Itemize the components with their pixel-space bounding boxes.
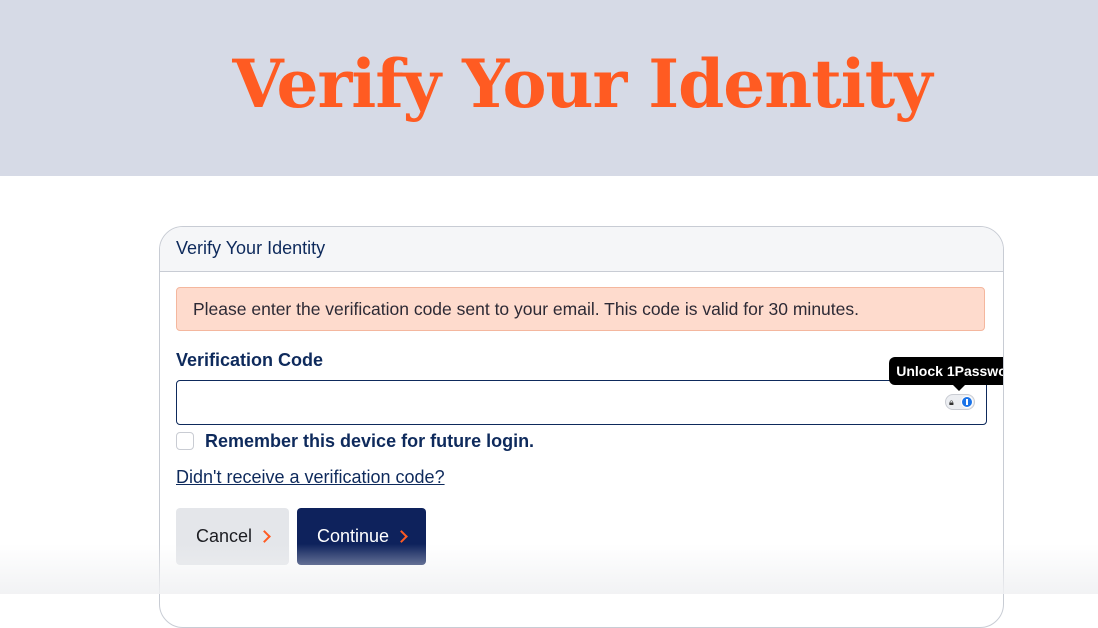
- remember-device-label[interactable]: Remember this device for future login.: [205, 431, 534, 452]
- resend-code-link[interactable]: Didn't receive a verification code?: [176, 467, 445, 488]
- card-header: Verify Your Identity: [160, 227, 1003, 272]
- chevron-right-icon: [258, 530, 271, 543]
- unlock-1password-tooltip: Unlock 1Password: [889, 357, 1003, 391]
- continue-button[interactable]: Continue: [297, 508, 426, 565]
- chevron-right-icon: [395, 530, 408, 543]
- cancel-button[interactable]: Cancel: [176, 508, 289, 565]
- hero-banner: Verify Your Identity: [0, 0, 1098, 176]
- 1password-lock-icon[interactable]: 🔒︎: [945, 394, 975, 410]
- verification-card: Verify Your Identity Please enter the ve…: [159, 226, 1004, 628]
- remember-device-checkbox[interactable]: [176, 432, 194, 450]
- card-header-title: Verify Your Identity: [176, 238, 326, 258]
- info-alert: Please enter the verification code sent …: [176, 287, 985, 331]
- verification-code-input[interactable]: [176, 380, 987, 425]
- 1password-logo-icon: [961, 396, 973, 408]
- continue-button-label: Continue: [316, 526, 390, 546]
- lock-icon: 🔒︎: [949, 397, 954, 407]
- cancel-button-label: Cancel: [195, 526, 253, 546]
- verification-code-label: Verification Code: [176, 350, 324, 370]
- hero-title: Verify Your Identity: [232, 45, 932, 123]
- alert-text: Please enter the verification code sent …: [193, 299, 859, 319]
